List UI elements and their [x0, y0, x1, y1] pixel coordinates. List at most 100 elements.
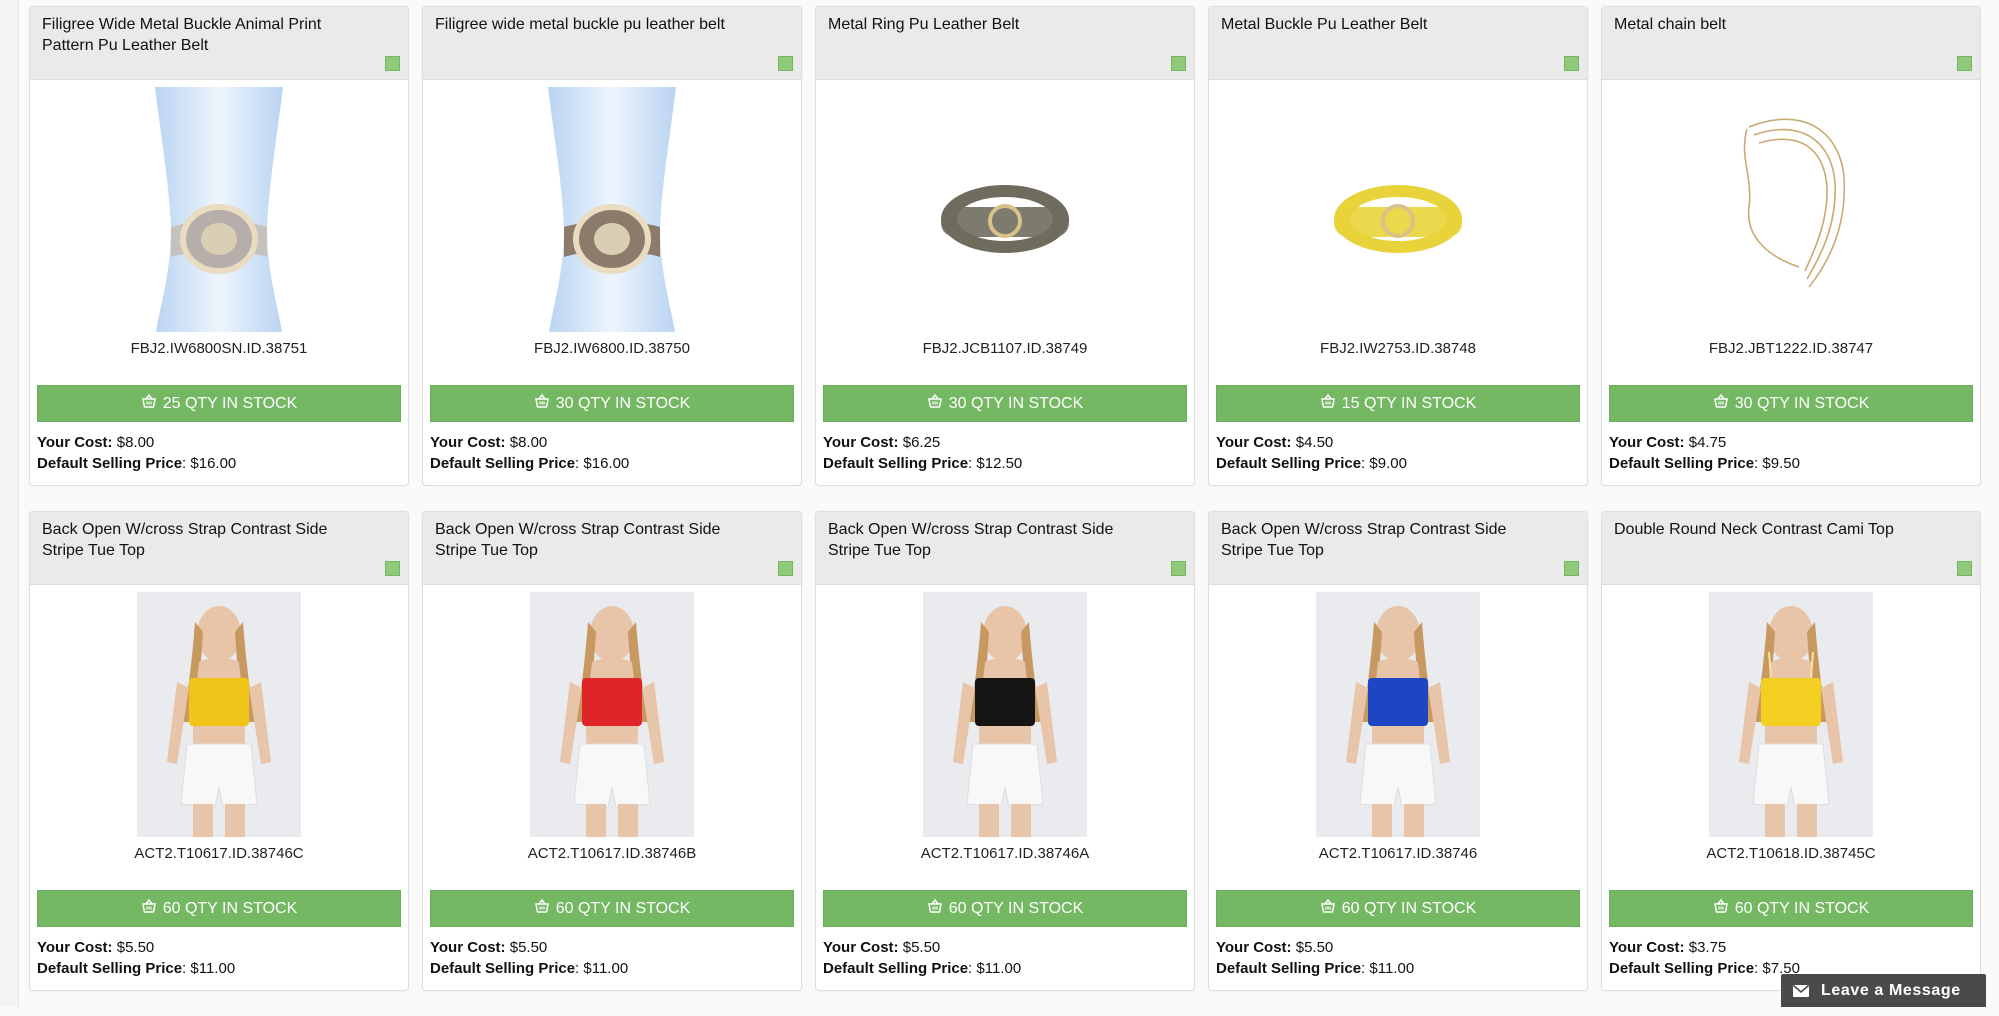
- product-title[interactable]: Double Round Neck Contrast Cami Top: [1614, 521, 1894, 538]
- select-checkbox[interactable]: [1564, 561, 1579, 576]
- product-card[interactable]: Back Open W/cross Strap Contrast Side St…: [1208, 511, 1588, 991]
- product-title[interactable]: Metal Ring Pu Leather Belt: [828, 16, 1019, 33]
- selling-price-line: Default Selling Price: $11.00: [37, 959, 236, 977]
- product-image[interactable]: [137, 592, 301, 837]
- your-cost-label: Your Cost:: [37, 939, 113, 956]
- your-cost-value: $5.50: [902, 939, 941, 956]
- product-card[interactable]: Back Open W/cross Strap Contrast Side St…: [815, 511, 1195, 991]
- product-title[interactable]: Back Open W/cross Strap Contrast Side St…: [435, 521, 720, 559]
- price-block: Your Cost: $4.75 Default Selling Price: …: [1609, 433, 1800, 474]
- product-card[interactable]: Filigree Wide Metal Buckle Animal Print …: [29, 6, 409, 486]
- product-card-header: Back Open W/cross Strap Contrast Side St…: [30, 512, 408, 585]
- stock-button[interactable]: 60 QTY IN STOCK: [1216, 890, 1580, 927]
- your-cost-line: Your Cost: $3.75: [1609, 938, 1800, 959]
- product-title[interactable]: Back Open W/cross Strap Contrast Side St…: [1221, 521, 1506, 559]
- your-cost-value: $5.50: [1295, 939, 1334, 956]
- product-card-header: Back Open W/cross Strap Contrast Side St…: [423, 512, 801, 585]
- product-sku: ACT2.T10617.ID.38746A: [920, 845, 1090, 862]
- basket-icon: [1320, 393, 1336, 414]
- product-sku: FBJ2.JCB1107.ID.38749: [922, 340, 1088, 357]
- product-image[interactable]: [923, 87, 1087, 332]
- selling-price-label: Default Selling Price: [1609, 959, 1755, 977]
- product-title[interactable]: Filigree Wide Metal Buckle Animal Print …: [42, 16, 321, 54]
- product-sku: FBJ2.IW6800.ID.38750: [534, 340, 690, 357]
- select-checkbox[interactable]: [1171, 56, 1186, 71]
- stock-button[interactable]: 60 QTY IN STOCK: [823, 890, 1187, 927]
- your-cost-label: Your Cost:: [430, 939, 506, 956]
- selling-price-value: $11.00: [1369, 959, 1415, 977]
- stock-button[interactable]: 60 QTY IN STOCK: [1609, 890, 1973, 927]
- price-block: Your Cost: $5.50 Default Selling Price: …: [823, 938, 1021, 979]
- product-title[interactable]: Metal Buckle Pu Leather Belt: [1221, 16, 1427, 33]
- selling-price-line: Default Selling Price: $11.00: [430, 959, 629, 977]
- product-image[interactable]: [923, 592, 1087, 837]
- stock-button[interactable]: 15 QTY IN STOCK: [1216, 385, 1580, 422]
- selling-price-line: Default Selling Price: $11.00: [823, 959, 1022, 977]
- product-image[interactable]: [1709, 87, 1873, 332]
- stock-button[interactable]: 25 QTY IN STOCK: [37, 385, 401, 422]
- stock-button[interactable]: 60 QTY IN STOCK: [37, 890, 401, 927]
- selling-price-value: $11.00: [583, 959, 629, 977]
- select-checkbox[interactable]: [385, 56, 400, 71]
- price-block: Your Cost: $4.50 Default Selling Price: …: [1216, 433, 1407, 474]
- select-checkbox[interactable]: [385, 561, 400, 576]
- envelope-icon: [1781, 984, 1821, 998]
- your-cost-label: Your Cost:: [823, 434, 899, 451]
- product-sku: FBJ2.IW6800SN.ID.38751: [130, 340, 308, 357]
- your-cost-line: Your Cost: $8.00: [430, 433, 629, 454]
- select-checkbox[interactable]: [1171, 561, 1186, 576]
- product-card[interactable]: Metal Ring Pu Leather Belt FBJ2.JCB1107.…: [815, 6, 1195, 486]
- select-checkbox[interactable]: [1564, 56, 1579, 71]
- basket-icon: [534, 898, 550, 919]
- price-block: Your Cost: $5.50 Default Selling Price: …: [430, 938, 628, 979]
- product-title[interactable]: Filigree wide metal buckle pu leather be…: [435, 16, 725, 33]
- price-block: Your Cost: $6.25 Default Selling Price: …: [823, 433, 1022, 474]
- product-card-header: Metal Buckle Pu Leather Belt: [1209, 7, 1587, 80]
- product-row-1: Filigree Wide Metal Buckle Animal Print …: [29, 6, 1985, 486]
- stock-label: 60 QTY IN STOCK: [1734, 899, 1870, 917]
- price-block: Your Cost: $8.00 Default Selling Price: …: [430, 433, 629, 474]
- product-image[interactable]: [530, 87, 694, 332]
- select-checkbox[interactable]: [1957, 56, 1972, 71]
- product-image[interactable]: [137, 87, 301, 332]
- leave-message-widget[interactable]: Leave a Message: [1781, 974, 1986, 1007]
- product-image[interactable]: [1709, 592, 1873, 837]
- product-title[interactable]: Back Open W/cross Strap Contrast Side St…: [42, 521, 327, 559]
- product-card-header: Metal chain belt: [1602, 7, 1980, 80]
- your-cost-line: Your Cost: $5.50: [1216, 938, 1414, 959]
- selling-price-value: $11.00: [190, 959, 236, 977]
- selling-price-label: Default Selling Price: [430, 454, 576, 472]
- stock-button[interactable]: 30 QTY IN STOCK: [1609, 385, 1973, 422]
- product-title[interactable]: Back Open W/cross Strap Contrast Side St…: [828, 521, 1113, 559]
- product-image[interactable]: [1316, 87, 1480, 332]
- selling-price-value: $16.00: [190, 454, 237, 472]
- your-cost-line: Your Cost: $6.25: [823, 433, 1022, 454]
- stock-button[interactable]: 30 QTY IN STOCK: [823, 385, 1187, 422]
- basket-icon: [1713, 898, 1729, 919]
- product-card[interactable]: Metal Buckle Pu Leather Belt FBJ2.IW2753…: [1208, 6, 1588, 486]
- product-sku: ACT2.T10617.ID.38746B: [527, 845, 697, 862]
- your-cost-label: Your Cost:: [37, 434, 113, 451]
- product-card[interactable]: Filigree wide metal buckle pu leather be…: [422, 6, 802, 486]
- product-title[interactable]: Metal chain belt: [1614, 16, 1726, 33]
- product-card[interactable]: Double Round Neck Contrast Cami Top ACT2…: [1601, 511, 1981, 991]
- selling-price-value: $16.00: [583, 454, 630, 472]
- your-cost-label: Your Cost:: [430, 434, 506, 451]
- select-checkbox[interactable]: [778, 56, 793, 71]
- product-card[interactable]: Back Open W/cross Strap Contrast Side St…: [422, 511, 802, 991]
- product-image[interactable]: [530, 592, 694, 837]
- stock-button[interactable]: 30 QTY IN STOCK: [430, 385, 794, 422]
- selling-price-label: Default Selling Price: [823, 454, 969, 472]
- product-image[interactable]: [1316, 592, 1480, 837]
- product-row-2: Back Open W/cross Strap Contrast Side St…: [29, 511, 1985, 991]
- your-cost-label: Your Cost:: [823, 939, 899, 956]
- product-card[interactable]: Back Open W/cross Strap Contrast Side St…: [29, 511, 409, 991]
- stock-label: 60 QTY IN STOCK: [948, 899, 1084, 917]
- selling-price-line: Default Selling Price: $9.00: [1216, 454, 1407, 472]
- selling-price-line: Default Selling Price: $7.50: [1609, 959, 1800, 977]
- stock-button[interactable]: 60 QTY IN STOCK: [430, 890, 794, 927]
- select-checkbox[interactable]: [1957, 561, 1972, 576]
- price-block: Your Cost: $3.75 Default Selling Price: …: [1609, 938, 1800, 979]
- select-checkbox[interactable]: [778, 561, 793, 576]
- product-card[interactable]: Metal chain belt FBJ2.JBT1222.ID.38747 3…: [1601, 6, 1981, 486]
